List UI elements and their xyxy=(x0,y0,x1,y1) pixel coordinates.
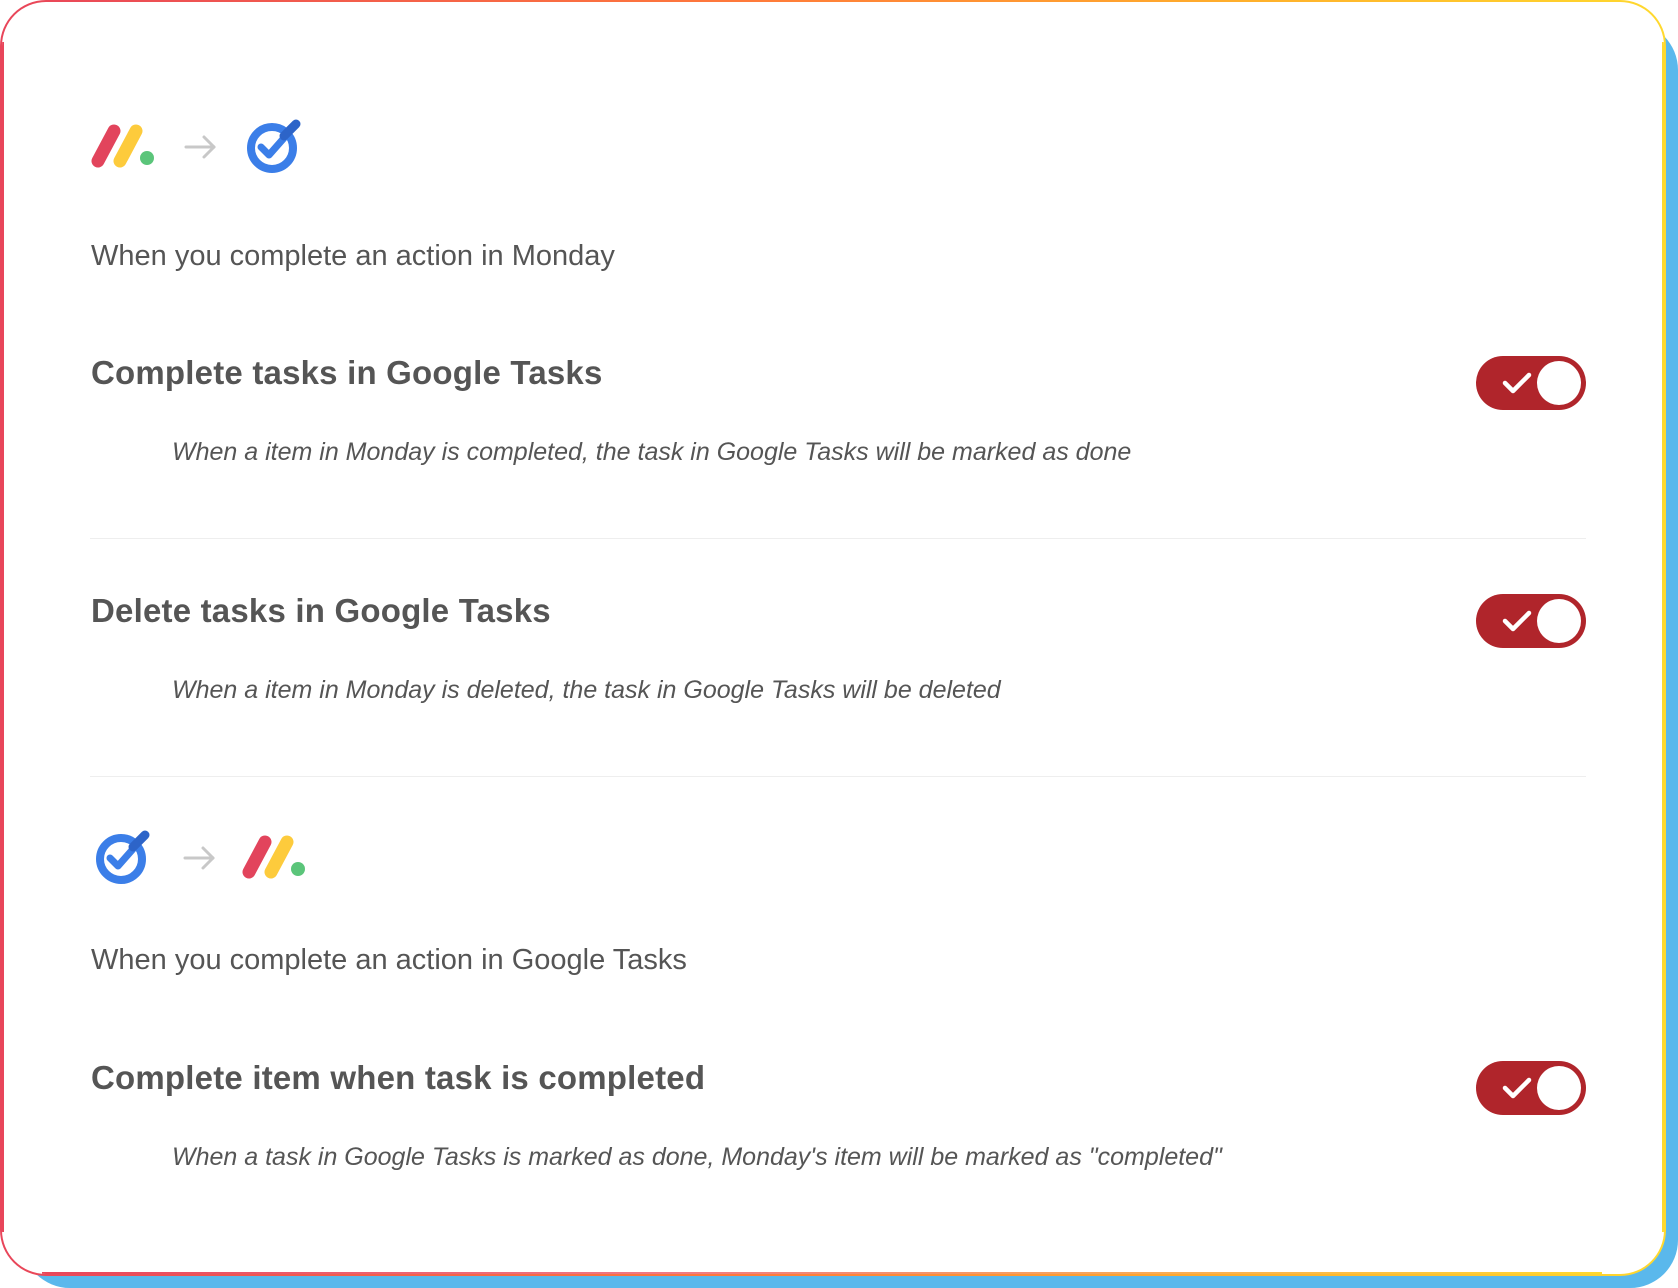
settings-card: When you complete an action in Monday Co… xyxy=(2,2,1664,1274)
google-tasks-logo-icon xyxy=(246,116,304,179)
monday-logo-icon xyxy=(241,832,307,885)
check-icon xyxy=(1502,372,1532,394)
monday-logo-icon xyxy=(90,121,156,174)
google-tasks-logo-icon xyxy=(95,827,153,890)
setting-title: Delete tasks in Google Tasks xyxy=(91,592,551,629)
sync-direction-google-to-monday xyxy=(95,826,307,890)
setting-description: When a task in Google Tasks is marked as… xyxy=(172,1143,1222,1171)
setting-title: Complete item when task is completed xyxy=(91,1059,706,1096)
setting-description: When a item in Monday is completed, the … xyxy=(172,438,1132,466)
section-title: When you complete an action in Monday xyxy=(91,240,615,272)
divider xyxy=(90,776,1586,777)
check-icon xyxy=(1502,1077,1532,1099)
delete-tasks-toggle[interactable] xyxy=(1476,594,1586,648)
check-icon xyxy=(1502,610,1532,632)
setting-title: Complete tasks in Google Tasks xyxy=(91,354,603,391)
toggle-knob xyxy=(1537,361,1581,405)
sync-direction-monday-to-google xyxy=(90,115,304,179)
complete-item-toggle[interactable] xyxy=(1476,1061,1586,1115)
setting-description: When a item in Monday is deleted, the ta… xyxy=(172,676,1001,704)
toggle-knob xyxy=(1537,1066,1581,1110)
divider xyxy=(90,538,1586,539)
settings-card-frame: When you complete an action in Monday Co… xyxy=(0,0,1666,1276)
complete-tasks-toggle[interactable] xyxy=(1476,356,1586,410)
toggle-knob xyxy=(1537,599,1581,643)
arrow-right-icon xyxy=(183,845,217,871)
arrow-right-icon xyxy=(184,134,218,160)
section-title: When you complete an action in Google Ta… xyxy=(91,944,687,976)
